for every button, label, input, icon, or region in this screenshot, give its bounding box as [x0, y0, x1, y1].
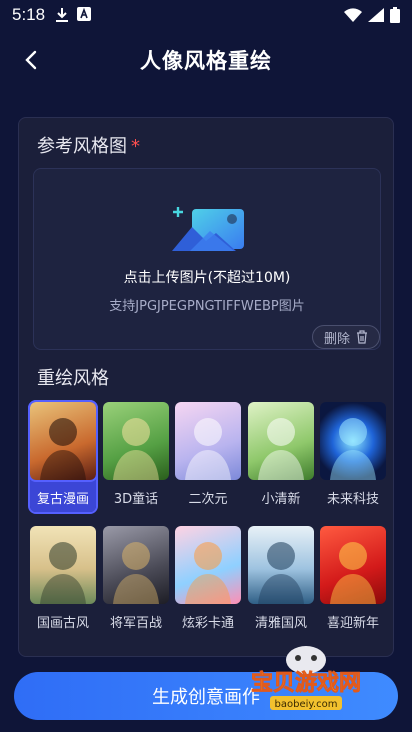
trash-icon — [357, 330, 367, 344]
app-a-icon — [77, 7, 92, 21]
delete-button[interactable]: 删除 — [312, 325, 380, 349]
upload-area[interactable]: 点击上传图片(不超过10M) 支持JPGJPEGPNGTIFFWEBP图片 — [33, 168, 381, 350]
style-option[interactable]: 清雅国风 — [248, 526, 314, 636]
style-option-label: 复古漫画 — [36, 492, 89, 507]
style-option[interactable]: 国画古风 — [30, 526, 96, 636]
style-option-label: 炫彩卡通 — [181, 616, 234, 631]
style-option-label: 二次元 — [188, 492, 228, 507]
status-time: 5:18 — [12, 5, 46, 24]
watermark-text: 宝贝游戏网 — [251, 670, 361, 696]
style-option-label: 小清新 — [261, 492, 301, 507]
style-option[interactable]: 炫彩卡通 — [175, 526, 241, 636]
page-title: 人像风格重绘 — [140, 49, 272, 73]
header: 人像风格重绘 — [0, 38, 412, 82]
style-thumbnail — [175, 526, 241, 604]
style-option[interactable]: 复古漫画 — [28, 400, 98, 514]
style-thumbnail — [248, 402, 314, 480]
download-icon — [56, 8, 69, 22]
style-thumbnail — [103, 526, 169, 604]
style-option-label: 清雅国风 — [254, 616, 307, 631]
style-thumbnail — [175, 402, 241, 480]
upload-support-formats: 支持JPGJPEGPNGTIFFWEBP图片 — [109, 299, 305, 314]
style-option-label: 国画古风 — [36, 616, 89, 631]
status-bar: 5:18 — [0, 0, 412, 30]
style-option[interactable]: 喜迎新年 — [320, 526, 386, 636]
style-thumbnail — [30, 526, 96, 604]
back-icon[interactable] — [20, 48, 44, 72]
style-section-label: 重绘风格 — [37, 368, 109, 389]
style-option[interactable]: 小清新 — [248, 402, 314, 512]
wifi-icon — [344, 8, 362, 22]
style-option[interactable]: 二次元 — [175, 402, 241, 512]
style-option-label: 将军百战 — [109, 616, 162, 631]
style-option-label: 3D童话 — [113, 492, 159, 507]
signal-icon — [368, 8, 384, 22]
style-option[interactable]: 将军百战 — [103, 526, 169, 636]
watermark-logo: 宝贝游戏网 baobeiy.com — [251, 646, 361, 710]
style-thumbnail — [103, 402, 169, 480]
style-thumbnail — [248, 526, 314, 604]
reference-label-text: 参考风格图 — [37, 136, 127, 157]
reference-label: 参考风格图 * — [37, 132, 140, 158]
style-option[interactable]: 3D童话 — [103, 402, 169, 512]
upload-instruction: 点击上传图片(不超过10M) — [123, 270, 291, 286]
style-thumbnail — [320, 526, 386, 604]
battery-icon — [390, 7, 400, 23]
image-upload-icon — [172, 207, 244, 251]
status-right-icons — [344, 7, 400, 23]
style-option-label: 未来科技 — [326, 492, 379, 507]
style-option[interactable]: 未来科技 — [320, 402, 386, 512]
status-left-icons — [55, 7, 92, 23]
style-thumbnail — [28, 400, 98, 482]
required-mark: * — [131, 136, 140, 157]
delete-label: 删除 — [323, 331, 350, 347]
style-thumbnail — [320, 402, 386, 480]
style-option-label: 喜迎新年 — [326, 616, 379, 631]
watermark-url: baobeiy.com — [275, 699, 338, 710]
